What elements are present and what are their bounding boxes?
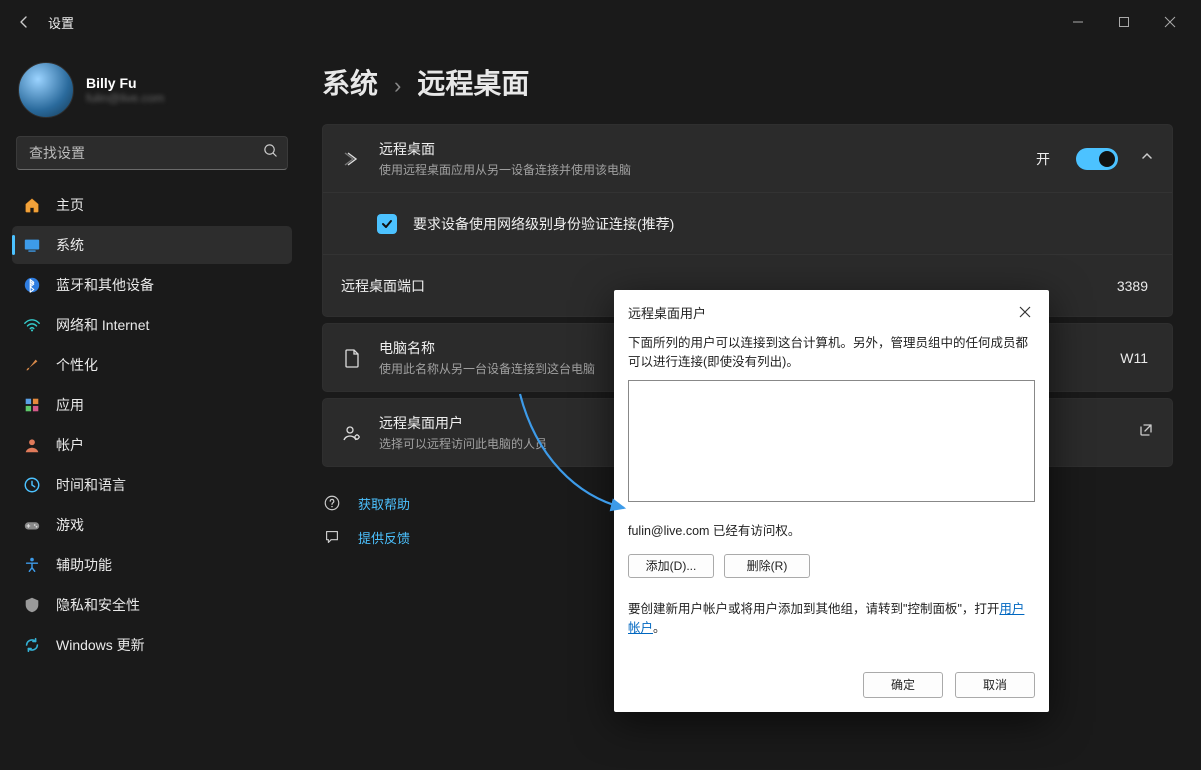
chevron-up-icon[interactable] [1140, 149, 1154, 168]
wifi-icon [22, 315, 42, 335]
clock-icon [22, 475, 42, 495]
nav-label: 蓝牙和其他设备 [56, 275, 154, 295]
update-icon [22, 635, 42, 655]
gamepad-icon [22, 515, 42, 535]
dialog-ok-button[interactable]: 确定 [863, 672, 943, 698]
sidebar-item-network[interactable]: 网络和 Internet [12, 306, 292, 344]
brush-icon [22, 355, 42, 375]
nav-label: 辅助功能 [56, 555, 112, 575]
search-input[interactable] [16, 136, 288, 170]
sidebar-item-accessibility[interactable]: 辅助功能 [12, 546, 292, 584]
row-subtitle: 使用远程桌面应用从另一设备连接并使用该电脑 [379, 161, 1020, 178]
sidebar-item-gaming[interactable]: 游戏 [12, 506, 292, 544]
dialog-close-button[interactable] [1013, 300, 1037, 324]
shield-icon [22, 595, 42, 615]
person-icon [22, 435, 42, 455]
port-value: 3389 [1117, 278, 1148, 294]
dialog-user-listbox[interactable] [628, 380, 1035, 502]
sidebar-item-home[interactable]: 主页 [12, 186, 292, 224]
maximize-button[interactable] [1101, 6, 1147, 38]
nav-label: Windows 更新 [56, 635, 145, 655]
remote-toggle[interactable] [1076, 148, 1118, 170]
home-icon [22, 195, 42, 215]
feedback-link[interactable]: 提供反馈 [358, 528, 410, 547]
nav-label: 主页 [56, 195, 84, 215]
titlebar: 设置 [0, 0, 1201, 44]
sidebar-item-apps[interactable]: 应用 [12, 386, 292, 424]
row-remote-toggle[interactable]: 远程桌面 使用远程桌面应用从另一设备连接并使用该电脑 开 [323, 125, 1172, 192]
help-link[interactable]: 获取帮助 [358, 494, 410, 513]
pcname-value: W11 [1120, 350, 1148, 366]
sidebar: Billy Fu fulin@live.com 主页 系统 蓝牙和其他设备 [0, 44, 300, 770]
row-nla[interactable]: 要求设备使用网络级别身份验证连接(推荐) [323, 192, 1172, 254]
nla-checkbox[interactable] [377, 214, 397, 234]
sidebar-item-bluetooth[interactable]: 蓝牙和其他设备 [12, 266, 292, 304]
nav-label: 网络和 Internet [56, 315, 149, 335]
nla-label: 要求设备使用网络级别身份验证连接(推荐) [413, 214, 1154, 234]
close-button[interactable] [1147, 6, 1193, 38]
back-button[interactable] [8, 6, 40, 38]
file-icon [341, 347, 363, 369]
nav-label: 个性化 [56, 355, 98, 375]
sidebar-item-personalize[interactable]: 个性化 [12, 346, 292, 384]
toggle-label: 开 [1036, 149, 1050, 169]
nav-label: 帐户 [56, 435, 84, 455]
dialog-status-text: fulin@live.com 已经有访问权。 [628, 522, 1035, 541]
dialog-hint: 要创建新用户帐户或将用户添加到其他组，请转到"控制面板"，打开用户帐户。 [628, 600, 1035, 638]
dialog-cancel-button[interactable]: 取消 [955, 672, 1035, 698]
hint-suffix: 。 [653, 621, 666, 635]
row-title: 远程桌面 [379, 139, 1020, 159]
remote-icon [341, 148, 363, 170]
sidebar-item-accounts[interactable]: 帐户 [12, 426, 292, 464]
nav: 主页 系统 蓝牙和其他设备 网络和 Internet 个性化 应用 [12, 186, 292, 664]
profile-email: fulin@live.com [86, 91, 164, 105]
search-icon [263, 143, 278, 163]
accessibility-icon [22, 555, 42, 575]
system-icon [22, 235, 42, 255]
dialog-description: 下面所列的用户可以连接到这台计算机。另外，管理员组中的任何成员都可以进行连接(即… [628, 334, 1035, 372]
breadcrumb-separator: › [394, 73, 401, 99]
help-icon [322, 493, 342, 513]
profile-name: Billy Fu [86, 75, 164, 91]
avatar [18, 62, 74, 118]
apps-icon [22, 395, 42, 415]
profile-block[interactable]: Billy Fu fulin@live.com [12, 54, 292, 132]
dialog-title: 远程桌面用户 [628, 303, 706, 322]
dialog-remote-users: 远程桌面用户 下面所列的用户可以连接到这台计算机。另外，管理员组中的任何成员都可… [614, 290, 1049, 712]
sidebar-item-update[interactable]: Windows 更新 [12, 626, 292, 664]
feedback-icon [322, 527, 342, 547]
nav-label: 隐私和安全性 [56, 595, 140, 615]
breadcrumb: 系统 › 远程桌面 [322, 62, 1173, 102]
card-remote-desktop: 远程桌面 使用远程桌面应用从另一设备连接并使用该电脑 开 要求设备使用网络级别身… [322, 124, 1173, 317]
sidebar-item-time[interactable]: 时间和语言 [12, 466, 292, 504]
search-box[interactable] [16, 136, 288, 170]
sidebar-item-system[interactable]: 系统 [12, 226, 292, 264]
dialog-remove-button[interactable]: 删除(R) [724, 554, 810, 578]
sidebar-item-privacy[interactable]: 隐私和安全性 [12, 586, 292, 624]
hint-prefix: 要创建新用户帐户或将用户添加到其他组，请转到"控制面板"，打开 [628, 602, 999, 616]
users-icon [341, 422, 363, 444]
breadcrumb-root[interactable]: 系统 [322, 62, 378, 102]
window-title: 设置 [48, 13, 74, 32]
nav-label: 应用 [56, 395, 84, 415]
bluetooth-icon [22, 275, 42, 295]
breadcrumb-leaf: 远程桌面 [417, 62, 529, 102]
minimize-button[interactable] [1055, 6, 1101, 38]
external-icon [1138, 422, 1154, 443]
dialog-add-button[interactable]: 添加(D)... [628, 554, 714, 578]
nav-label: 系统 [56, 235, 84, 255]
nav-label: 游戏 [56, 515, 84, 535]
nav-label: 时间和语言 [56, 475, 126, 495]
